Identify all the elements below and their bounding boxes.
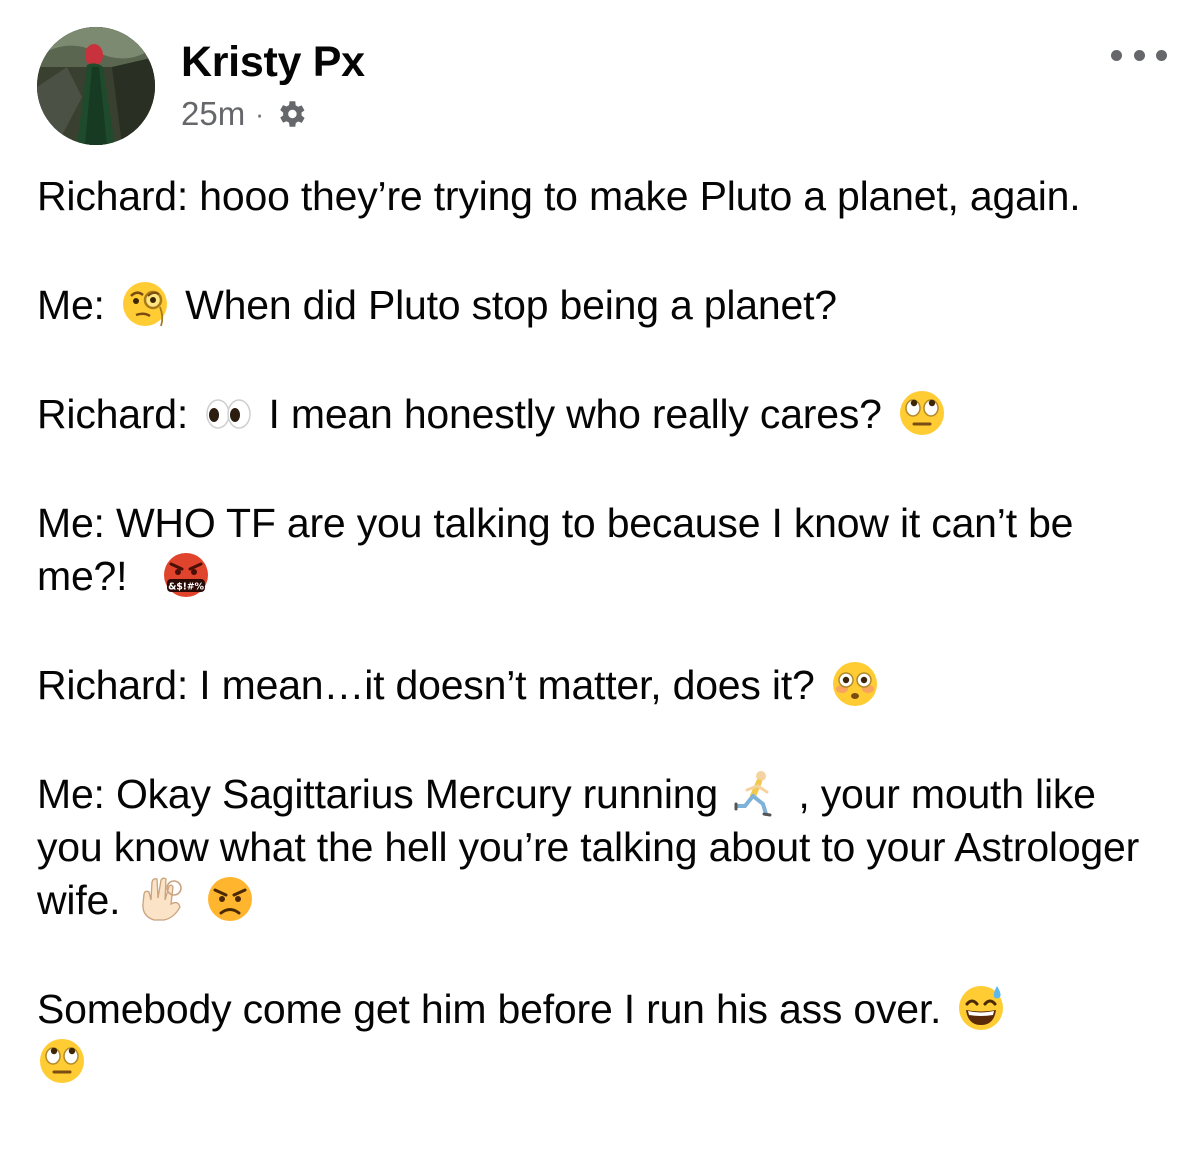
face-with-rolling-eyes-emoji bbox=[37, 1036, 87, 1086]
paragraph-3: Richard: I mean honestly who really care… bbox=[37, 388, 1167, 441]
gear-icon[interactable] bbox=[274, 97, 308, 131]
speaker-label: Richard: bbox=[37, 391, 189, 437]
meta-separator: · bbox=[255, 98, 264, 129]
face-with-rolling-eyes-emoji bbox=[897, 388, 947, 438]
flushed-face-emoji bbox=[830, 659, 880, 709]
person-running-emoji bbox=[733, 768, 783, 818]
more-options-icon[interactable] bbox=[1111, 40, 1167, 70]
paragraph-text: When did Pluto stop being a planet? bbox=[185, 282, 837, 328]
face-with-symbols-on-mouth-emoji: &$!#% bbox=[161, 550, 211, 600]
paragraph-text: I mean honestly who really cares? bbox=[268, 391, 882, 437]
paragraph-2: Me: When did Pluto stop being a planet? bbox=[37, 279, 1167, 332]
paragraph-text: Richard: hooo they’re trying to make Plu… bbox=[37, 173, 1081, 219]
paragraph-text: Richard: I mean…it doesn’t matter, does … bbox=[37, 662, 815, 708]
paragraph-6: Me: Okay Sagittarius Mercury running , y… bbox=[37, 768, 1167, 927]
ok-hand-emoji bbox=[136, 874, 186, 924]
speaker-label: Me: bbox=[37, 282, 105, 328]
avatar[interactable] bbox=[37, 27, 155, 145]
paragraph-text: Somebody come get him before I run his a… bbox=[37, 986, 942, 1032]
face-with-monocle-emoji bbox=[120, 279, 170, 329]
timestamp[interactable]: 25m bbox=[181, 95, 245, 133]
paragraph-4: Me: WHO TF are you talking to because I … bbox=[37, 497, 1167, 603]
paragraph-text: Me: Okay Sagittarius Mercury running bbox=[37, 771, 718, 817]
eyes-emoji bbox=[203, 388, 253, 438]
paragraph-1: Richard: hooo they’re trying to make Plu… bbox=[37, 170, 1167, 223]
grinning-face-with-sweat-emoji bbox=[956, 983, 1006, 1033]
facebook-post: Kristy Px 25m · Richard: hooo they’re tr… bbox=[0, 0, 1191, 1159]
paragraph-7: Somebody come get him before I run his a… bbox=[37, 983, 1167, 1089]
angry-face-emoji bbox=[205, 874, 255, 924]
svg-text:&$!#%: &$!#% bbox=[168, 582, 204, 593]
post-meta: 25m · bbox=[181, 92, 308, 136]
author-name[interactable]: Kristy Px bbox=[181, 36, 365, 88]
post-body: Richard: hooo they’re trying to make Plu… bbox=[37, 170, 1167, 1089]
paragraph-5: Richard: I mean…it doesn’t matter, does … bbox=[37, 659, 1167, 712]
